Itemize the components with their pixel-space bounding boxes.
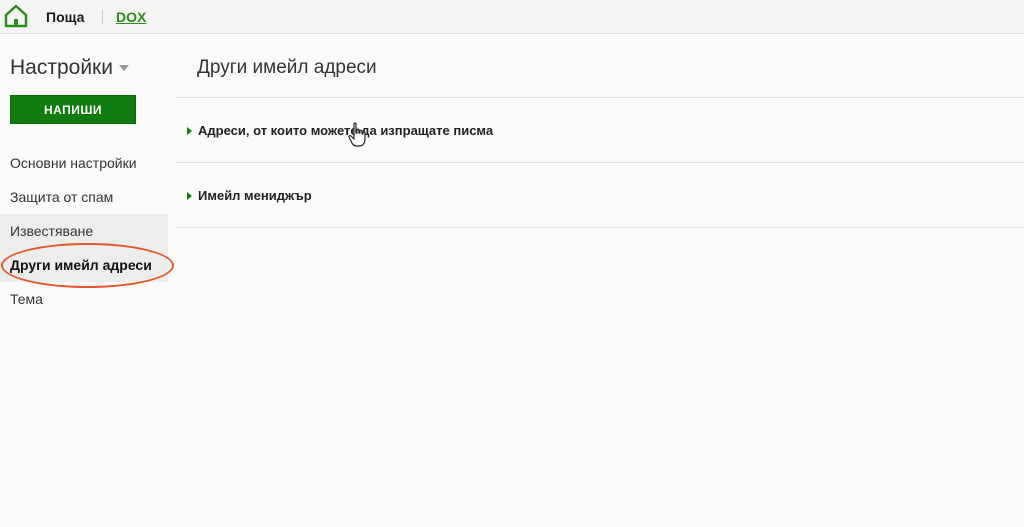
expand-arrow-icon [187,126,192,135]
settings-dropdown[interactable]: Настройки [10,56,129,80]
section-send-from-addresses[interactable]: Адреси, от които можете да изпращате пис… [187,123,493,138]
compose-button[interactable]: НАПИШИ [10,95,136,124]
sidebar-item-notifications[interactable]: Известяване [0,214,168,248]
settings-title: Настройки [10,56,113,79]
top-bar: Поща DOX [0,0,1024,34]
sidebar-item-theme[interactable]: Тема [0,282,168,316]
sidebar-item-other-addresses[interactable]: Други имейл адреси [0,248,168,282]
settings-menu: Основни настройки Защита от спам Известя… [0,146,168,316]
section-label: Имейл мениджър [198,188,312,203]
nav-mail-link[interactable]: Поща [46,9,84,25]
expand-arrow-icon [187,191,192,200]
hand-cursor-icon [348,122,366,147]
sidebar-item-general[interactable]: Основни настройки [0,146,168,180]
divider [176,97,1024,98]
home-icon[interactable] [3,4,29,28]
page-title: Други имейл адреси [197,57,377,78]
sidebar: Настройки НАПИШИ Основни настройки Защит… [0,35,168,527]
section-label: Адреси, от които можете да изпращате пис… [198,123,494,138]
divider [176,162,1024,163]
divider [176,227,1024,228]
nav-dox-link[interactable]: DOX [116,9,146,25]
sidebar-item-spam[interactable]: Защита от спам [0,180,168,214]
section-email-manager[interactable]: Имейл мениджър [187,188,312,203]
chevron-down-icon [118,65,129,71]
nav-separator [102,10,103,24]
